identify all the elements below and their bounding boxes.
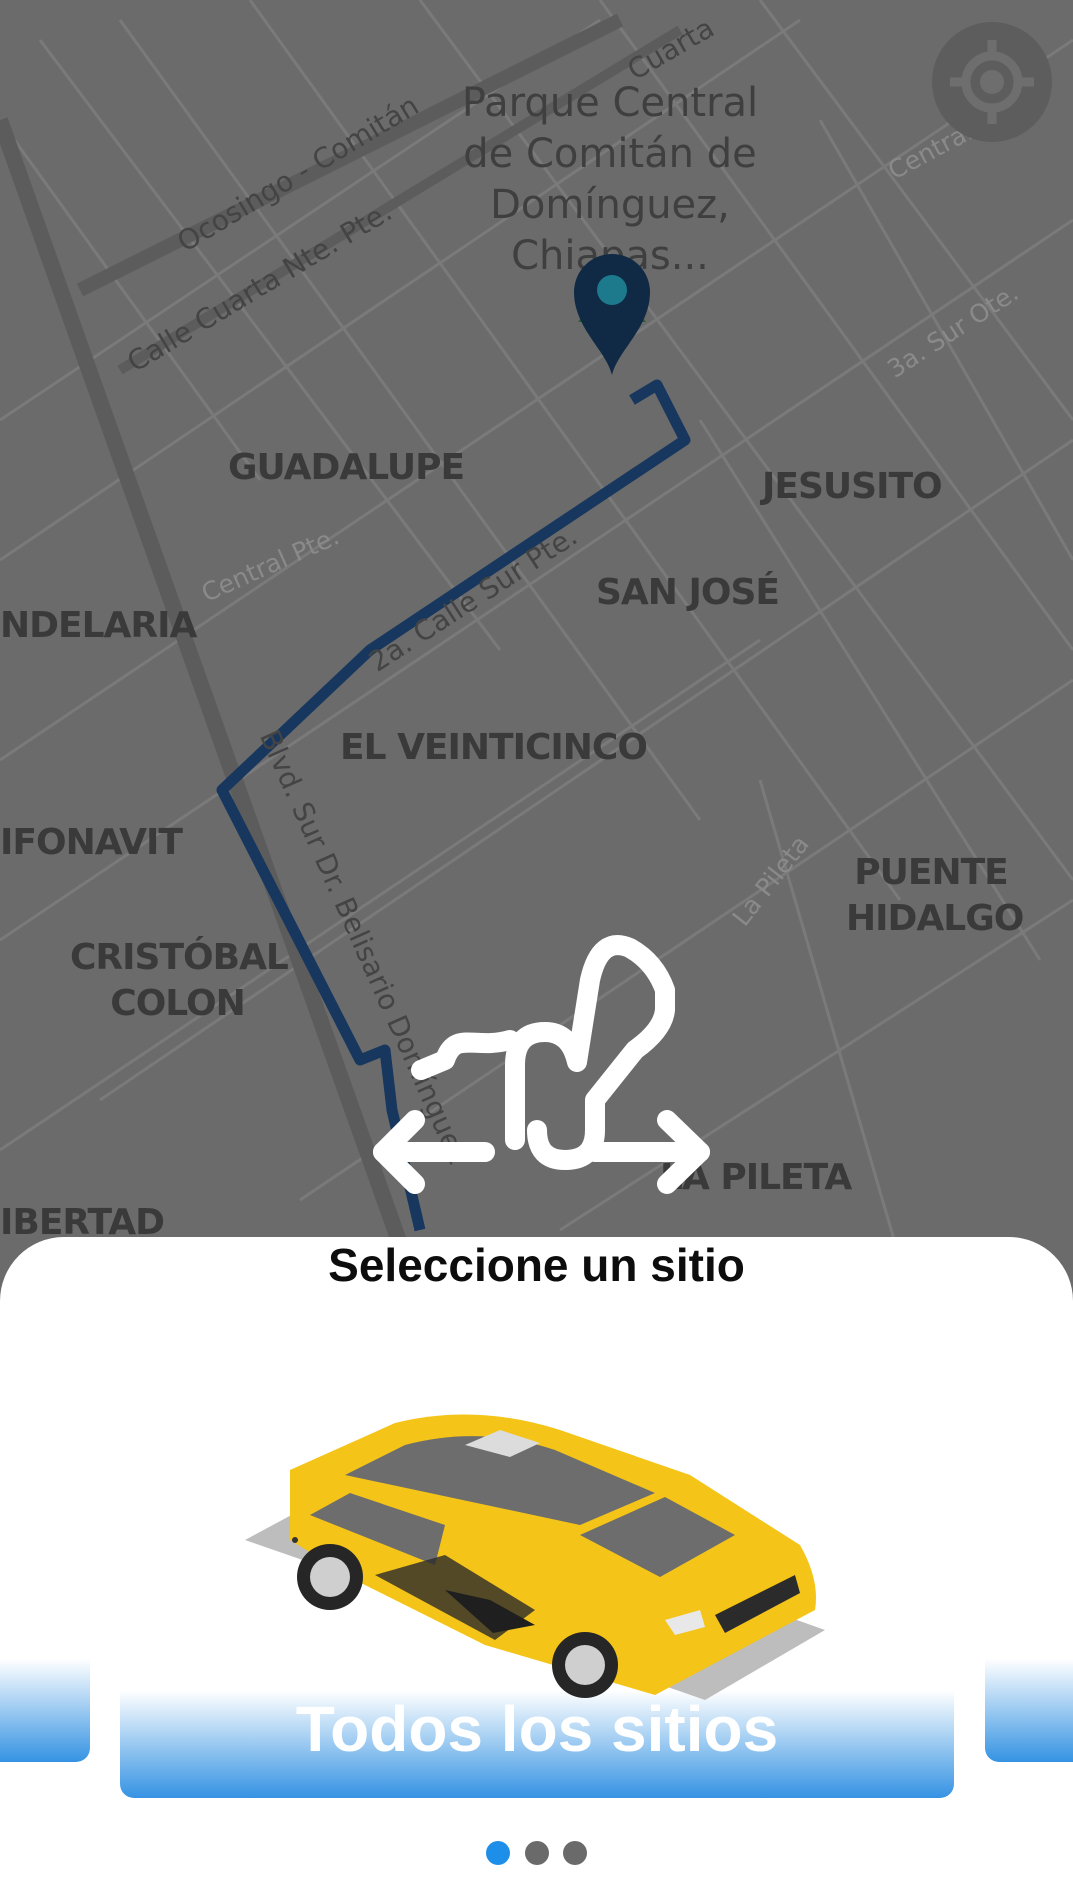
card-label: Todos los sitios	[295, 1693, 779, 1765]
neighborhood-puente-hidalgo: PUENTE HIDALGO	[846, 852, 1024, 939]
taxi-car-icon	[235, 1365, 835, 1705]
neighborhood-infonavit: IFONAVIT	[0, 822, 183, 863]
pagination-dot-3[interactable]	[562, 1841, 587, 1865]
carousel-card-previous[interactable]	[0, 1630, 90, 1762]
crosshair-icon	[950, 40, 1034, 124]
pagination-dot-1[interactable]	[486, 1841, 511, 1865]
neighborhood-jesusito: JESUSITO	[762, 466, 943, 507]
neighborhood-el-veinticinco: EL VEINTICINCO	[340, 727, 648, 768]
sheet-title: Seleccione un sitio	[328, 1239, 745, 1291]
locate-me-button[interactable]	[932, 22, 1052, 142]
map-view[interactable]: Ocosingo - Comitán Calle Cuarta Nte. Pte…	[0, 0, 1073, 1300]
pagination-dots	[0, 1841, 1073, 1870]
neighborhood-cristobal-colon: CRISTÓBAL COLON	[70, 937, 289, 1024]
neighborhood-candelaria: NDELARIA	[0, 605, 197, 646]
pagination-dot-2[interactable]	[524, 1841, 549, 1865]
carousel-card-next[interactable]	[985, 1630, 1073, 1762]
neighborhood-guadalupe: GUADALUPE	[228, 447, 465, 488]
neighborhood-san-jose: SAN JOSÉ	[596, 572, 780, 613]
